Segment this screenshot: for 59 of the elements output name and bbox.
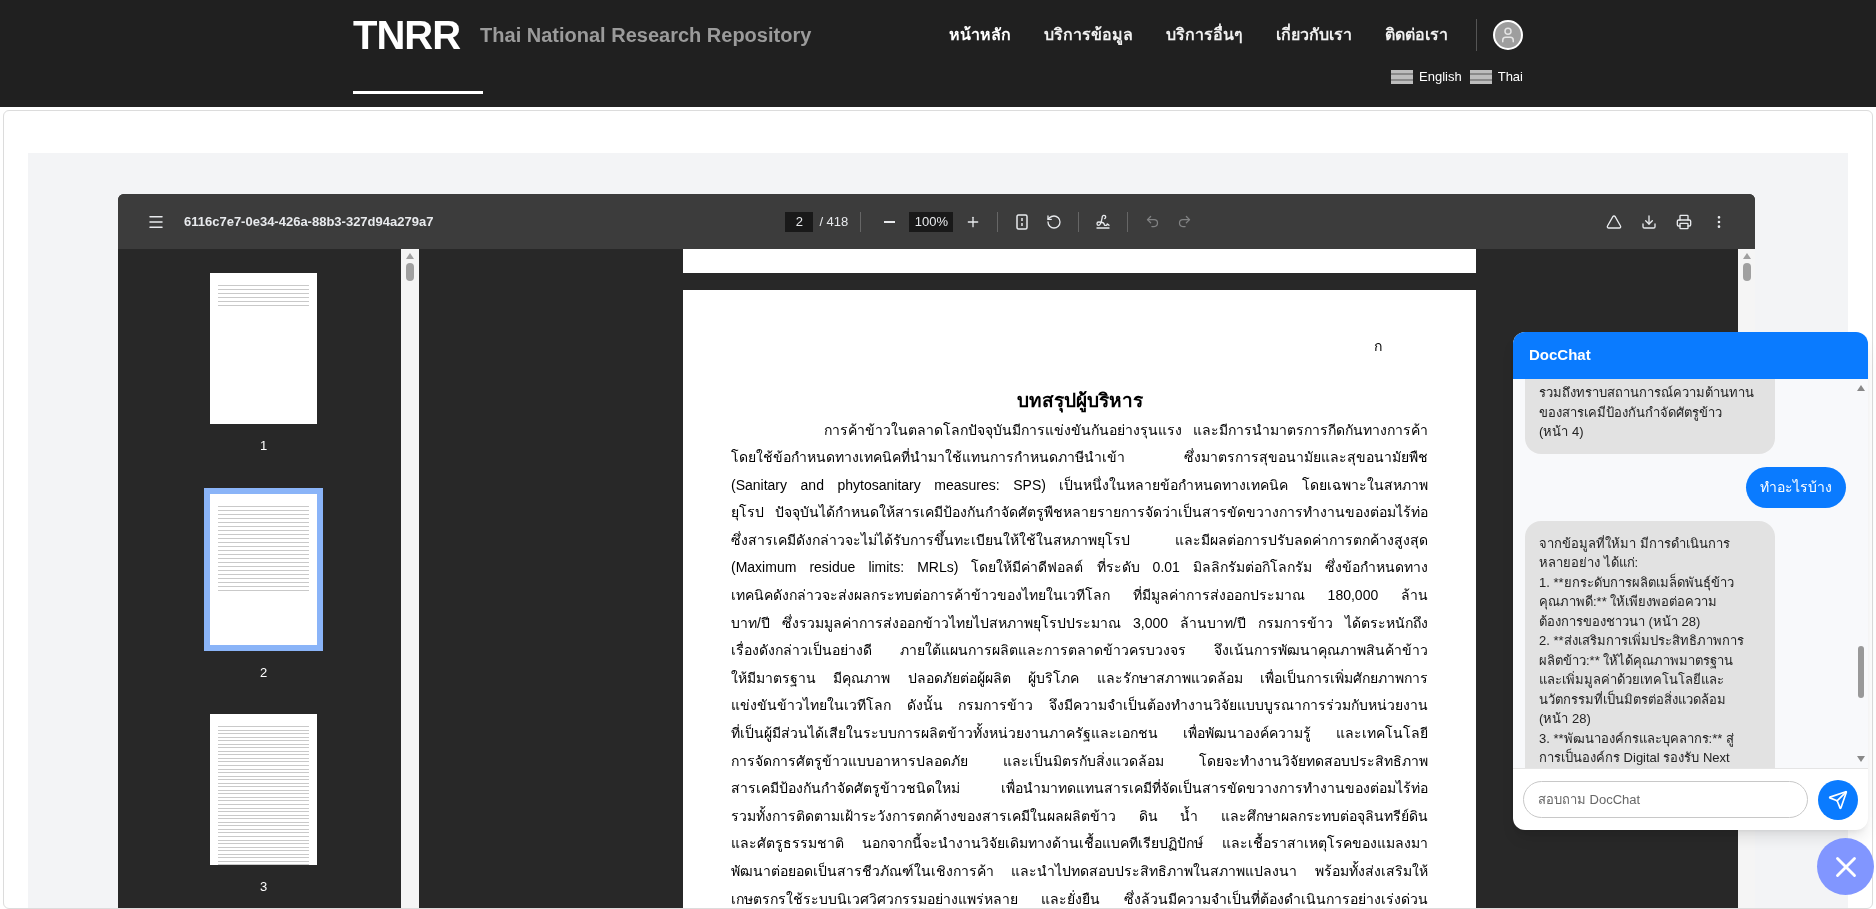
page-title: บทสรุปผู้บริหาร <box>1016 389 1143 415</box>
selected-thumbnail-frame[interactable] <box>204 487 323 651</box>
rotate-icon <box>1046 213 1063 230</box>
signature-icon <box>1095 213 1112 230</box>
print-icon <box>1676 213 1692 230</box>
nav-link[interactable]: บริการอื่นๆ <box>1166 23 1243 47</box>
body-text-line: บาท/ปี ซึ่งรวมมูลค่าการส่งออกข้าวไทยไปสหภาพยุโรปประมาณ 3,000 ล้านบาท/ปี กรมการข้าว ได้ตระหนักถึง <box>731 613 1428 634</box>
bot-message: จากข้อมูลที่ให้มา มีการดำเนินการ หลายอย่าง ได้แก่: 1. **ยกระดับการผลิตเมล็ดพันธุ์ข้าว คุณภาพดี:** ให้เพียงพอต่อความ ต้องการของชาวนา (หน้า 28) 2. **ส่งเสริมการเพิ่มประสิทธิภาพการ ผลิตข้าว:** ให้ได้คุณภาพมาตรฐาน และเพิ่มมูลค่าด้วยเทคโนโลยีและ นวัตกรรมที่เป็นมิตรต่อสิ่งแวดล้อม (หน้า 28) 3. **พัฒนาองค์กรและบุคลากร:** สู่ การเป็นองค์กร Digital รองรับ Next <box>1525 520 1775 768</box>
user-message: ทำอะไรบ้าง <box>1746 466 1846 508</box>
language-link[interactable]: Thai <box>1497 67 1523 87</box>
fit-page-icon <box>1016 213 1029 230</box>
thumbnail-label: 3 <box>259 878 268 896</box>
body-text-line: เกษตรกรใช้ระบบนิเวศวิศวกรรมอย่างแพร่หลาย และยั่งยืน ซึ่งล้วนมีความจำเป็นที่ต้องดำเนินการอย่างเร่งด่วน <box>731 889 1428 908</box>
body-text-line: พัฒนาต่อยอดเป็นสารชีวภัณฑ์ในเชิงการค้า และนำไปทดสอบประสิทธิภาพในสภาพแปลงนา พร้อมทั้งส่งเสริมให้ <box>731 860 1428 881</box>
flag-icon <box>1469 70 1492 84</box>
body-text-line: การค้าข้าวในตลาดโลกปัจจุบันมีการแข่งขันกันอย่างรุนแรง และมีการนำมาตรการกีดกันทางการค้า <box>824 420 1428 441</box>
nav-link[interactable]: ติดต่อเรา <box>1385 23 1448 47</box>
body-text-line: ซึ่งสารเคมีดังกล่าวจะไม่ได้รับการขึ้นทะเบียนให้ใช้ในสหภาพยุโรป และมีผลต่อการปรับลดค่าการตกค้างสูงสุด <box>731 529 1428 551</box>
body-text-line: (Maximum residue limits: MRLs) โดยให้มีค่าดีฟอลต์ ที่ระดับ 0.01 มิลลิกรัมต่อกิโลกรัม ซึ่งข้อกำหนดทาง <box>731 557 1428 578</box>
body-text-line: รวมทั้งการติดตามเฝ้าระวังการตกค้างของสารเคมีในผลผลิตข้าว ดิน น้ำ และศึกษาผลกระทบต่อจุลินทรีย์ดิน <box>731 805 1428 827</box>
body-text-line: สารเคมีป้องกันกำจัดศัตรูข้าวชนิดใหม่ เพื่อนำมาทดแทนสารเคมีที่จัดเป็นสารขัดขวางการทำงานของต่อมไร้ท่อ <box>731 778 1428 799</box>
nav-link[interactable]: หน้าหลัก <box>949 23 1011 47</box>
site-tagline: Thai National Research Repository <box>480 23 812 48</box>
body-text-line: ให้มีมาตรฐาน มีคุณภาพ ปลอดภัยต่อผู้ผลิต ผู้บริโภค และรักษาสภาพแวดล้อม เพื่อเป็นการเพิ่มศักยภาพการ <box>731 668 1428 689</box>
undo-icon <box>1144 214 1160 229</box>
body-text-line: และศัตรูธรรมชาติ นอกจากนี้จะนำงานวิจัยเดิมทางด้านเชื้อแบคทีเรียปฏิปักษ์ และเชื้อราสาเหตุโรคของแมลงมา <box>731 832 1428 854</box>
avatar[interactable] <box>1493 20 1523 50</box>
page-thumbnail[interactable] <box>210 714 317 865</box>
flag-icon <box>1391 70 1414 84</box>
send-icon <box>1828 789 1848 810</box>
user-icon <box>1499 26 1517 44</box>
body-text-line: การจัดการศัตรูข้าวแบบอาหารปลอดภัย และเป็นมิตรกับสิ่งแวดล้อม โดยจะทำงานวิจัยทดสอบประสิทธิภาพ <box>731 751 1428 772</box>
page-total: / 418 <box>819 212 849 231</box>
triangle-icon <box>1606 213 1622 230</box>
body-text-line: โดยใช้ข้อกำหนดทางเทคนิคที่นำมาใช้แทนการกำหนดภาษีนำเข้า ซึ่งมาตรการสุขอนามัยและสุขอนามัยพืช <box>731 447 1428 468</box>
file-name: 6116c7e7-0e34-426a-88b3-327d94a279a7 <box>184 212 434 231</box>
download-icon <box>1641 213 1657 230</box>
minus-icon <box>883 220 895 223</box>
bot-message: รวมถึงทราบสถานการณ์ความต้านทาน ของสารเคมีป้องกันกำจัดศัตรูข้าว (หน้า 4) <box>1525 379 1775 454</box>
chat-title: DocChat <box>1529 345 1591 366</box>
body-text-line: (Sanitary and phytosanitary measures: SPS) เป็นหนึ่งในหลายข้อกำหนดทางเทคนิค โดยเฉพาะในสหภาพ <box>731 475 1428 495</box>
page-marker: ก <box>1374 337 1382 356</box>
thumbnail-label: 1 <box>259 437 268 455</box>
nav-link[interactable]: เกี่ยวกับเรา <box>1276 23 1352 47</box>
thumbnail-label: 2 <box>259 663 268 682</box>
zoom-input[interactable]: 100% <box>909 211 954 232</box>
body-text-line: ยุโรป ปัจจุบันได้กำหนดให้สารเคมีป้องกันกำจัดศัตรูพืชหลายรายการจัดว่าเป็นสารขัดขวางการทำงานของต่อมไร้ท่อ <box>731 502 1428 523</box>
body-text-line: เรื่องดังกล่าวเป็นอย่างดี ภายใต้แผนการผลิตและการตลาดข้าวครบวงจร จึงเน้นการพัฒนาคุณภาพสินค้าข้าว <box>731 640 1428 661</box>
body-text-line: ที่เป็นผู้มีส่วนได้เสียในระบบการผลิตข้าวทั้งหน่วยงานภาครัฐและเอกชน เพื่อพัฒนาองค์ความรู้ และเทคโนโลยี <box>731 722 1428 744</box>
language-link[interactable]: English <box>1419 67 1462 87</box>
send-button[interactable] <box>1818 779 1858 820</box>
nav-link[interactable]: บริการข้อมูล <box>1044 23 1133 47</box>
body-text-line: เทคนิคดังกล่าวจะส่งผลกระทบต่อการค้าข้าวของไทยในเวทีโลก ที่มีมูลค่าการส่งออกประมาณ 180,000 ล้าน <box>731 585 1428 606</box>
page-input[interactable]: 2 <box>785 211 814 232</box>
page-thumbnail[interactable] <box>210 273 317 424</box>
redo-icon <box>1176 214 1192 229</box>
body-text-line: แข่งขันข้าวไทยในเวทีโลก ดังนั้น กรมการข้าว จึงมีความจำเป็นต้องทำงานวิจัยแบบบูรณาการร่วมกับหน่วยงาน <box>731 694 1428 716</box>
chat-input[interactable]: สอบถาม DocChat <box>1523 781 1808 818</box>
site-logo[interactable]: TNRR <box>353 15 461 55</box>
